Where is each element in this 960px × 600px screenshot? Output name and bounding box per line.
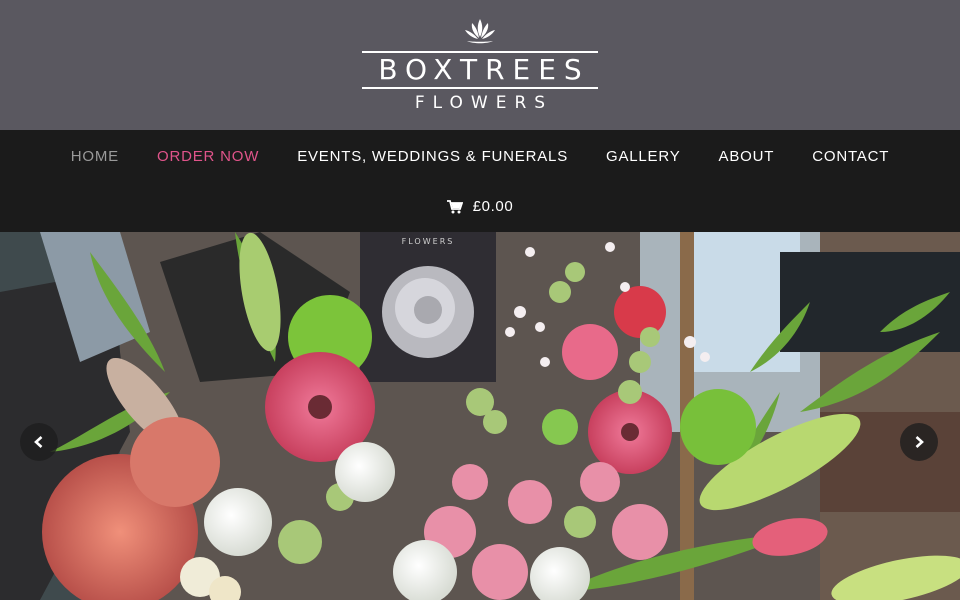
logo-rule-bottom	[362, 87, 598, 89]
lotus-flower-icon	[465, 19, 495, 44]
site-logo[interactable]: BOXTREES FLOWERS	[362, 17, 598, 113]
shopping-cart-icon	[446, 199, 463, 213]
nav-item-home[interactable]: HOME	[52, 148, 138, 166]
card-text: FLOWERS	[402, 237, 455, 246]
nav-item-order-now[interactable]: ORDER NOW	[138, 148, 278, 166]
nav-item-gallery[interactable]: GALLERY	[587, 148, 700, 166]
bouquet-photo: FLOWERS	[0, 232, 960, 600]
nav-item-about[interactable]: ABOUT	[700, 148, 794, 166]
slider-prev-button[interactable]	[20, 423, 58, 461]
main-navigation: HOME ORDER NOW EVENTS, WEDDINGS & FUNERA…	[0, 130, 960, 232]
site-header: BOXTREES FLOWERS	[0, 0, 960, 130]
cart-total: £0.00	[472, 198, 514, 215]
logo-wordmark: BOXTREES	[378, 53, 590, 86]
chevron-right-icon	[915, 436, 924, 448]
slider-next-button[interactable]	[900, 423, 938, 461]
cart-link[interactable]: £0.00	[0, 198, 960, 215]
nav-menu: HOME ORDER NOW EVENTS, WEDDINGS & FUNERA…	[0, 148, 960, 166]
hero-slider: FLOWERS	[0, 232, 960, 600]
nav-item-events[interactable]: EVENTS, WEDDINGS & FUNERALS	[278, 148, 587, 166]
chevron-left-icon	[34, 436, 43, 448]
nav-item-contact[interactable]: CONTACT	[793, 148, 908, 166]
logo-subtitle: FLOWERS	[414, 93, 554, 113]
